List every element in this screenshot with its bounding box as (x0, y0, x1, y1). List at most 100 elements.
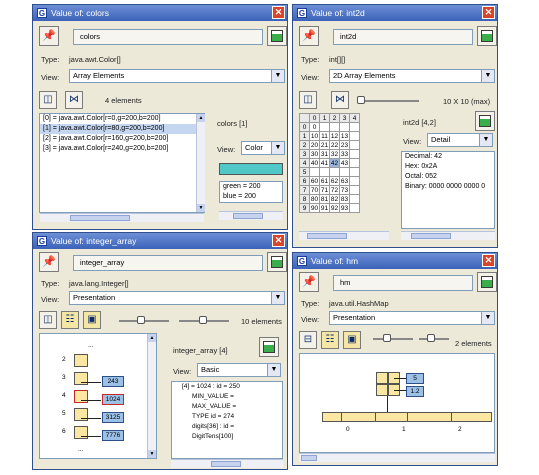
grid-cell[interactable]: 11 (319, 131, 330, 141)
grid-cell[interactable]: 63 (339, 176, 350, 186)
grid-cell[interactable]: 10 (309, 131, 320, 141)
tree-item[interactable]: MAX_VALUE = (172, 402, 282, 412)
grid-cell[interactable] (349, 176, 360, 186)
split-view-button[interactable]: ◫ (299, 91, 317, 109)
view-toggle-button[interactable] (267, 26, 287, 46)
value-node-selected[interactable]: 1024 (102, 394, 124, 405)
pin-icon[interactable]: 📌 (39, 26, 59, 46)
canvas-scrollbar[interactable]: ▲ ▼ (147, 334, 156, 458)
grid-cell[interactable]: 12 (329, 131, 340, 141)
presentation-canvas[interactable]: 5 1.2 0 1 2 (299, 353, 495, 453)
vertical-layout-button[interactable]: ☷ (61, 311, 79, 329)
grid-cell[interactable]: 72 (329, 185, 340, 195)
tree-item[interactable]: TYPE id = 274 (172, 412, 282, 422)
width-slider-knob[interactable] (199, 316, 207, 324)
grid-cell[interactable] (349, 194, 360, 204)
pin-icon[interactable]: 📌 (39, 252, 59, 272)
field-tree[interactable]: [4] = 1024 : id = 250 MIN_VALUE = MAX_VA… (171, 381, 283, 459)
grid-cell[interactable]: 91 (319, 203, 330, 213)
array-cell[interactable] (74, 426, 88, 439)
view-select[interactable]: Presentation ▼ (69, 291, 285, 305)
detail-view-select[interactable]: Detail ▼ (427, 133, 493, 147)
pin-icon[interactable]: 📌 (299, 26, 319, 46)
value-node[interactable]: 1.2 (406, 386, 424, 397)
grid-cell[interactable]: 73 (339, 185, 350, 195)
grid-cell[interactable]: 61 (319, 176, 330, 186)
grid-cell[interactable]: 13 (339, 131, 350, 141)
detail-hscrollbar[interactable] (219, 211, 283, 220)
list-item[interactable]: [0] = java.awt.Color[r=0,g=200,b=200] (40, 114, 204, 124)
close-button[interactable]: ✕ (272, 6, 285, 19)
value-node[interactable]: 5 (406, 373, 424, 384)
grid-cell[interactable] (319, 167, 330, 177)
width-slider-knob[interactable] (427, 334, 435, 342)
grid-cell[interactable] (329, 167, 340, 177)
name-field[interactable]: hm (333, 275, 473, 291)
grid-cell[interactable] (349, 140, 360, 150)
array-cell[interactable] (74, 390, 88, 403)
view-select[interactable]: 2D Array Elements ▼ (329, 69, 495, 83)
scale-slider-knob[interactable] (137, 316, 145, 324)
grid-cell[interactable] (339, 167, 350, 177)
array-grid[interactable]: 01234 00 1 10 11 12 13 2 20 21 22 23 3 30 31 32 33 4… (299, 113, 360, 213)
bowtie-icon[interactable]: ⋈ (331, 91, 349, 109)
grid-cell[interactable] (349, 131, 360, 141)
grid-cell[interactable]: 70 (309, 185, 320, 195)
grid-cell-selected[interactable]: 42 (329, 158, 340, 168)
grid-cell[interactable] (349, 167, 360, 177)
grid-cell[interactable]: 32 (329, 149, 340, 159)
array-cell[interactable] (74, 354, 88, 367)
grid-cell[interactable] (349, 149, 360, 159)
grid-cell[interactable]: 60 (309, 176, 320, 186)
name-field[interactable]: integer_array (73, 255, 263, 271)
entry-cell[interactable] (376, 384, 388, 396)
list-item-selected[interactable]: [1] = java.awt.Color[r=80,g=200,b=200] (40, 124, 204, 134)
array-cell[interactable] (74, 372, 88, 385)
grid-hscrollbar[interactable] (299, 231, 389, 240)
tree-hscrollbar[interactable] (171, 459, 283, 468)
grid-cell[interactable]: 33 (339, 149, 350, 159)
split-view-button[interactable]: ◫ (39, 311, 57, 329)
scale-slider-knob[interactable] (383, 334, 391, 342)
grid-cell[interactable] (319, 122, 330, 132)
grid-cell[interactable]: 31 (319, 149, 330, 159)
grid-cell[interactable]: 40 (309, 158, 320, 168)
size-slider-knob[interactable] (357, 96, 365, 104)
split-view-button[interactable]: ◫ (39, 91, 57, 109)
detail-toggle-button[interactable] (475, 111, 495, 131)
grid-cell[interactable]: 80 (309, 194, 320, 204)
list-scrollbar[interactable]: ▲ ▼ (196, 114, 205, 212)
value-node[interactable]: 243 (102, 376, 124, 387)
list-hscrollbar[interactable] (40, 213, 204, 222)
close-button[interactable]: ✕ (482, 254, 495, 267)
size-slider[interactable] (359, 100, 419, 102)
grid-cell[interactable]: 43 (339, 158, 350, 168)
split-view-button[interactable]: ⊟ (299, 331, 317, 349)
canvas-hscrollbar[interactable] (299, 453, 495, 462)
elements-list[interactable]: [0] = java.awt.Color[r=0,g=200,b=200] [1… (39, 113, 205, 213)
grid-cell[interactable] (309, 167, 320, 177)
value-node[interactable]: 3125 (102, 412, 124, 423)
close-button[interactable]: ✕ (482, 6, 495, 19)
grid-cell[interactable]: 92 (329, 203, 340, 213)
view-select[interactable]: Array Elements ▼ (69, 69, 285, 83)
grid-cell[interactable]: 83 (339, 194, 350, 204)
grid-cell[interactable]: 21 (319, 140, 330, 150)
value-node[interactable]: 7776 (102, 430, 124, 441)
scale-slider[interactable] (373, 338, 413, 340)
view-select[interactable]: Presentation ▼ (329, 311, 495, 325)
horizontal-layout-button[interactable]: ▣ (343, 331, 361, 349)
grid-cell[interactable] (339, 122, 350, 132)
grid-cell[interactable]: 41 (319, 158, 330, 168)
vertical-layout-button[interactable]: ☷ (321, 331, 339, 349)
detail-view-select[interactable]: Basic ▼ (197, 363, 281, 377)
detail-hscrollbar[interactable] (401, 231, 495, 240)
close-button[interactable]: ✕ (272, 234, 285, 247)
tree-item[interactable]: DigitTens[100] (172, 432, 282, 442)
hash-table[interactable] (322, 412, 492, 422)
grid-cell[interactable]: 30 (309, 149, 320, 159)
array-cell[interactable] (74, 408, 88, 421)
grid-cell[interactable]: 71 (319, 185, 330, 195)
pin-icon[interactable]: 📌 (299, 272, 319, 292)
tree-root[interactable]: [4] = 1024 : id = 250 (172, 382, 282, 392)
